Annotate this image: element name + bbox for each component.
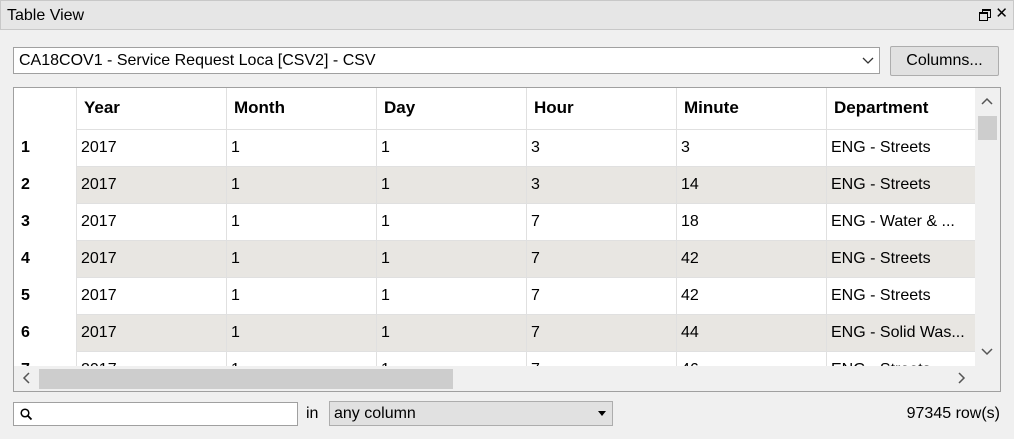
table-header: Year Month Day Hour Minute Department — [14, 88, 976, 129]
cell-month[interactable]: 1 — [226, 167, 376, 203]
row-cells: 2017 1 1 7 46 ENG - Streets — [76, 351, 976, 366]
cell-month[interactable]: 1 — [226, 352, 376, 366]
header-day[interactable]: Day — [376, 88, 526, 129]
cell-minute[interactable]: 42 — [676, 241, 826, 277]
cell-year[interactable]: 2017 — [76, 130, 226, 166]
vertical-scroll-thumb[interactable] — [978, 116, 997, 140]
cell-department[interactable]: ENG - Solid Was... — [826, 315, 976, 351]
cell-year[interactable]: 2017 — [76, 315, 226, 351]
scroll-corner — [976, 366, 1000, 391]
table-corner[interactable] — [14, 88, 76, 129]
table-row[interactable]: 4 2017 1 1 7 42 ENG - Streets — [14, 240, 976, 277]
vertical-scrollbar[interactable] — [975, 88, 1000, 366]
columns-button[interactable]: Columns... — [890, 46, 999, 76]
cell-year[interactable]: 2017 — [76, 204, 226, 240]
cell-department[interactable]: ENG - Streets — [826, 241, 976, 277]
row-number[interactable]: 1 — [14, 129, 76, 166]
table-viewport: Year Month Day Hour Minute Department 1 … — [14, 88, 976, 366]
cell-hour[interactable]: 3 — [526, 167, 676, 203]
cell-hour[interactable]: 7 — [526, 352, 676, 366]
row-cells: 2017 1 1 3 14 ENG - Streets — [76, 166, 976, 203]
row-number[interactable]: 3 — [14, 203, 76, 240]
cell-hour[interactable]: 7 — [526, 241, 676, 277]
cell-minute[interactable]: 46 — [676, 352, 826, 366]
header-hour[interactable]: Hour — [526, 88, 676, 129]
table-row[interactable]: 1 2017 1 1 3 3 ENG - Streets — [14, 129, 976, 166]
column-filter-value: any column — [334, 405, 416, 422]
horizontal-scrollbar[interactable] — [14, 366, 976, 391]
cell-day[interactable]: 1 — [376, 352, 526, 366]
column-filter-select[interactable]: any column — [329, 401, 613, 426]
cell-hour[interactable]: 7 — [526, 278, 676, 314]
chevron-up-icon[interactable] — [980, 95, 994, 109]
cell-department[interactable]: ENG - Streets — [826, 167, 976, 203]
cell-day[interactable]: 1 — [376, 204, 526, 240]
row-number[interactable]: 2 — [14, 166, 76, 203]
attribute-table: Year Month Day Hour Minute Department 1 … — [13, 87, 1001, 392]
cell-month[interactable]: 1 — [226, 278, 376, 314]
chevron-left-icon[interactable] — [20, 371, 34, 385]
cell-month[interactable]: 1 — [226, 130, 376, 166]
row-cells: 2017 1 1 7 18 ENG - Water & ... — [76, 203, 976, 240]
cell-day[interactable]: 1 — [376, 130, 526, 166]
layer-select[interactable]: CA18COV1 - Service Request Loca [CSV2] -… — [13, 47, 880, 74]
row-number[interactable]: 4 — [14, 240, 76, 277]
cell-minute[interactable]: 44 — [676, 315, 826, 351]
cell-hour[interactable]: 7 — [526, 204, 676, 240]
layer-select-value: CA18COV1 - Service Request Loca [CSV2] -… — [19, 52, 376, 69]
horizontal-scroll-thumb[interactable] — [39, 369, 453, 389]
header-month[interactable]: Month — [226, 88, 376, 129]
row-cells: 2017 1 1 7 42 ENG - Streets — [76, 240, 976, 277]
row-number[interactable]: 7 — [14, 351, 76, 366]
row-cells: 2017 1 1 7 42 ENG - Streets — [76, 277, 976, 314]
cell-year[interactable]: 2017 — [76, 167, 226, 203]
close-icon[interactable]: ✕ — [995, 5, 1008, 23]
cell-minute[interactable]: 18 — [676, 204, 826, 240]
dropdown-arrow-icon — [598, 411, 606, 416]
in-label: in — [306, 405, 319, 422]
chevron-down-icon[interactable] — [980, 344, 994, 358]
chevron-down-icon — [862, 57, 874, 64]
row-number[interactable]: 6 — [14, 314, 76, 351]
cell-minute[interactable]: 42 — [676, 278, 826, 314]
cell-month[interactable]: 1 — [226, 204, 376, 240]
cell-day[interactable]: 1 — [376, 241, 526, 277]
cell-hour[interactable]: 7 — [526, 315, 676, 351]
cell-department[interactable]: ENG - Streets — [826, 352, 976, 366]
float-window-icon[interactable] — [979, 7, 991, 21]
table-row[interactable]: 3 2017 1 1 7 18 ENG - Water & ... — [14, 203, 976, 240]
row-count: 97345 row(s) — [906, 405, 1000, 422]
cell-day[interactable]: 1 — [376, 278, 526, 314]
table-row[interactable]: 2 2017 1 1 3 14 ENG - Streets — [14, 166, 976, 203]
cell-year[interactable]: 2017 — [76, 278, 226, 314]
row-cells: 2017 1 1 7 44 ENG - Solid Was... — [76, 314, 976, 351]
cell-year[interactable]: 2017 — [76, 352, 226, 366]
cell-year[interactable]: 2017 — [76, 241, 226, 277]
cell-hour[interactable]: 3 — [526, 130, 676, 166]
search-input[interactable] — [38, 405, 293, 423]
search-icon — [20, 408, 33, 421]
cell-month[interactable]: 1 — [226, 315, 376, 351]
cell-department[interactable]: ENG - Streets — [826, 278, 976, 314]
table-row[interactable]: 6 2017 1 1 7 44 ENG - Solid Was... — [14, 314, 976, 351]
header-minute[interactable]: Minute — [676, 88, 826, 129]
cell-day[interactable]: 1 — [376, 315, 526, 351]
row-number[interactable]: 5 — [14, 277, 76, 314]
search-field[interactable] — [13, 402, 298, 426]
header-department[interactable]: Department — [826, 88, 976, 129]
cell-minute[interactable]: 3 — [676, 130, 826, 166]
cell-day[interactable]: 1 — [376, 167, 526, 203]
cell-minute[interactable]: 14 — [676, 167, 826, 203]
cell-month[interactable]: 1 — [226, 241, 376, 277]
cell-department[interactable]: ENG - Streets — [826, 130, 976, 166]
title-bar: Table View ✕ — [0, 0, 1014, 30]
table-row[interactable]: 5 2017 1 1 7 42 ENG - Streets — [14, 277, 976, 314]
cell-department[interactable]: ENG - Water & ... — [826, 204, 976, 240]
chevron-right-icon[interactable] — [954, 371, 968, 385]
header-year[interactable]: Year — [76, 88, 226, 129]
row-cells: 2017 1 1 3 3 ENG - Streets — [76, 129, 976, 166]
table-row[interactable]: 7 2017 1 1 7 46 ENG - Streets — [14, 351, 976, 366]
window-title: Table View — [7, 7, 85, 24]
